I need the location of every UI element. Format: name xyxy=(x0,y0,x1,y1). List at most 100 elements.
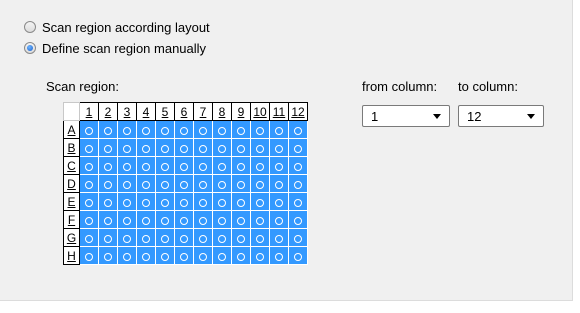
well-cell[interactable] xyxy=(193,120,213,139)
well-cell[interactable] xyxy=(231,192,251,211)
well-cell[interactable] xyxy=(269,210,289,229)
well-cell[interactable] xyxy=(79,228,99,247)
to-column-select[interactable]: 12 xyxy=(458,105,544,127)
well-cell[interactable] xyxy=(98,192,118,211)
column-header[interactable]: 3 xyxy=(117,102,137,121)
column-header[interactable]: 9 xyxy=(231,102,251,121)
well-cell[interactable] xyxy=(250,210,270,229)
row-header[interactable]: A xyxy=(63,120,80,139)
well-cell[interactable] xyxy=(288,210,308,229)
well-cell[interactable] xyxy=(231,228,251,247)
radio-scan-by-layout[interactable]: Scan region according layout xyxy=(24,18,210,36)
column-header[interactable]: 12 xyxy=(288,102,308,121)
well-cell[interactable] xyxy=(174,156,194,175)
well-cell[interactable] xyxy=(98,246,118,265)
well-cell[interactable] xyxy=(155,246,175,265)
well-cell[interactable] xyxy=(212,210,232,229)
row-header[interactable]: E xyxy=(63,192,80,211)
row-header[interactable]: H xyxy=(63,246,80,265)
well-cell[interactable] xyxy=(212,174,232,193)
radio-button-checked[interactable] xyxy=(24,42,36,54)
radio-define-manually[interactable]: Define scan region manually xyxy=(24,39,206,57)
column-header[interactable]: 11 xyxy=(269,102,289,121)
well-cell[interactable] xyxy=(212,156,232,175)
well-cell[interactable] xyxy=(174,192,194,211)
column-header[interactable]: 4 xyxy=(136,102,156,121)
column-header[interactable]: 10 xyxy=(250,102,270,121)
column-header[interactable]: 7 xyxy=(193,102,213,121)
column-header[interactable]: 2 xyxy=(98,102,118,121)
well-cell[interactable] xyxy=(193,210,213,229)
well-cell[interactable] xyxy=(231,210,251,229)
well-cell[interactable] xyxy=(98,138,118,157)
column-header[interactable]: 5 xyxy=(155,102,175,121)
well-cell[interactable] xyxy=(155,156,175,175)
grid-corner[interactable] xyxy=(63,102,80,121)
well-cell[interactable] xyxy=(288,246,308,265)
well-cell[interactable] xyxy=(269,228,289,247)
well-cell[interactable] xyxy=(79,138,99,157)
well-cell[interactable] xyxy=(193,192,213,211)
well-cell[interactable] xyxy=(193,156,213,175)
well-cell[interactable] xyxy=(155,120,175,139)
well-cell[interactable] xyxy=(231,120,251,139)
well-cell[interactable] xyxy=(98,210,118,229)
well-cell[interactable] xyxy=(98,228,118,247)
well-cell[interactable] xyxy=(117,156,137,175)
well-cell[interactable] xyxy=(269,246,289,265)
well-cell[interactable] xyxy=(174,210,194,229)
well-cell[interactable] xyxy=(250,228,270,247)
well-cell[interactable] xyxy=(174,138,194,157)
well-cell[interactable] xyxy=(155,192,175,211)
well-cell[interactable] xyxy=(212,228,232,247)
well-cell[interactable] xyxy=(174,246,194,265)
well-cell[interactable] xyxy=(212,246,232,265)
well-cell[interactable] xyxy=(136,228,156,247)
row-header[interactable]: C xyxy=(63,156,80,175)
well-cell[interactable] xyxy=(288,120,308,139)
well-cell[interactable] xyxy=(136,246,156,265)
well-cell[interactable] xyxy=(117,246,137,265)
well-cell[interactable] xyxy=(79,156,99,175)
well-cell[interactable] xyxy=(250,192,270,211)
well-cell[interactable] xyxy=(136,174,156,193)
well-cell[interactable] xyxy=(174,228,194,247)
well-cell[interactable] xyxy=(250,174,270,193)
well-cell[interactable] xyxy=(193,138,213,157)
well-cell[interactable] xyxy=(98,156,118,175)
well-cell[interactable] xyxy=(79,192,99,211)
well-cell[interactable] xyxy=(288,138,308,157)
row-header[interactable]: B xyxy=(63,138,80,157)
well-cell[interactable] xyxy=(136,120,156,139)
chevron-down-icon[interactable] xyxy=(433,114,441,119)
radio-button-unchecked[interactable] xyxy=(24,21,36,33)
well-cell[interactable] xyxy=(155,138,175,157)
well-cell[interactable] xyxy=(174,120,194,139)
well-cell[interactable] xyxy=(231,138,251,157)
well-cell[interactable] xyxy=(288,192,308,211)
well-cell[interactable] xyxy=(155,210,175,229)
well-cell[interactable] xyxy=(250,156,270,175)
well-cell[interactable] xyxy=(231,156,251,175)
well-cell[interactable] xyxy=(288,228,308,247)
well-cell[interactable] xyxy=(79,120,99,139)
row-header[interactable]: G xyxy=(63,228,80,247)
well-cell[interactable] xyxy=(269,174,289,193)
chevron-down-icon[interactable] xyxy=(527,114,535,119)
well-cell[interactable] xyxy=(250,246,270,265)
well-cell[interactable] xyxy=(231,246,251,265)
well-cell[interactable] xyxy=(212,120,232,139)
well-cell[interactable] xyxy=(117,120,137,139)
well-cell[interactable] xyxy=(136,156,156,175)
well-cell[interactable] xyxy=(288,174,308,193)
from-column-select[interactable]: 1 xyxy=(362,105,450,127)
well-cell[interactable] xyxy=(155,174,175,193)
well-cell[interactable] xyxy=(117,138,137,157)
well-cell[interactable] xyxy=(250,138,270,157)
well-cell[interactable] xyxy=(174,174,194,193)
well-cell[interactable] xyxy=(212,192,232,211)
well-cell[interactable] xyxy=(231,174,251,193)
well-cell[interactable] xyxy=(193,228,213,247)
well-cell[interactable] xyxy=(269,192,289,211)
well-cell[interactable] xyxy=(136,210,156,229)
